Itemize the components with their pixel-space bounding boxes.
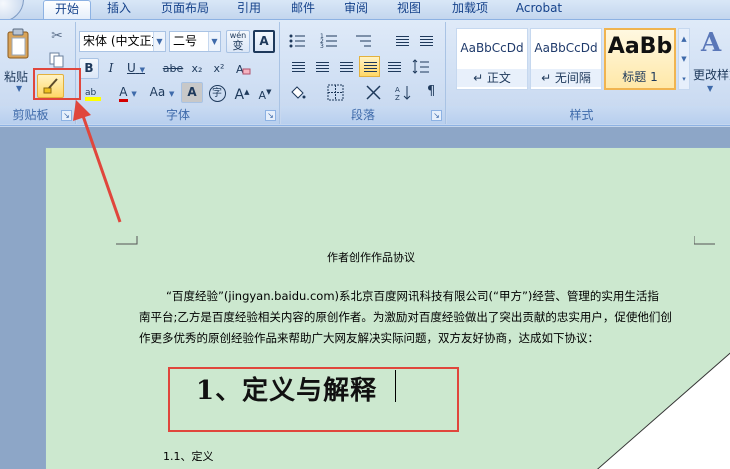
annotation-arrow-icon xyxy=(73,100,122,223)
